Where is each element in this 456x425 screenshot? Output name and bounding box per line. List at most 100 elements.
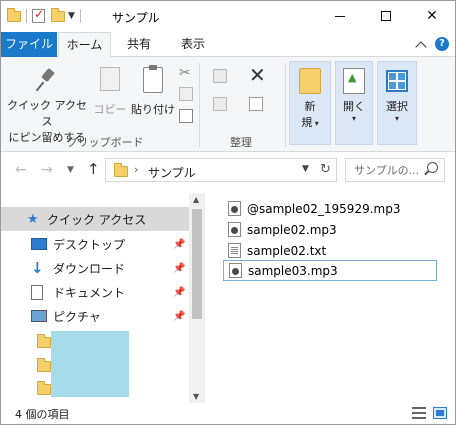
folder-icon[interactable]: [7, 7, 21, 22]
search-icon[interactable]: [427, 162, 438, 173]
new-label-line2: 規 ▾: [290, 114, 330, 130]
tab-share[interactable]: 共有: [113, 32, 165, 57]
sidebar-item-label: ピクチャ: [53, 309, 101, 324]
address-bar[interactable]: › サンプル ▼ ↻: [105, 158, 337, 182]
search-input[interactable]: [346, 159, 424, 181]
copy-to-icon[interactable]: [213, 97, 227, 111]
list-item[interactable]: @sample02_195929.mp3: [223, 198, 437, 219]
sidebar-item-quick-access[interactable]: ★ クイック アクセス: [1, 207, 189, 231]
cut-icon[interactable]: ✂: [179, 65, 193, 81]
maximize-icon: [381, 11, 391, 21]
toolbar-separator: [79, 9, 81, 23]
list-item[interactable]: sample03.mp3: [223, 260, 437, 281]
file-name: sample02.mp3: [247, 222, 337, 237]
tab-view[interactable]: 表示: [167, 32, 219, 57]
audio-file-icon: [228, 222, 241, 237]
organize-group-label: 整理: [230, 136, 252, 149]
new-label-line1: 新: [304, 100, 316, 113]
audio-file-icon: [229, 263, 242, 278]
address-dropdown-icon[interactable]: ▼: [302, 164, 309, 174]
group-separator: [199, 63, 200, 147]
pin-label-line1: クイック アクセス: [7, 99, 87, 128]
select-button-content: 選択 ▾: [378, 68, 416, 123]
paste-button[interactable]: 貼り付け: [131, 65, 175, 117]
download-icon: ↓: [31, 259, 44, 277]
documents-icon: [31, 284, 43, 300]
minimize-button[interactable]: [317, 1, 363, 31]
open-button[interactable]: 開く ▾: [335, 61, 373, 145]
open-button-content: 開く ▾: [336, 68, 372, 123]
breadcrumb[interactable]: サンプル: [148, 164, 196, 181]
move-to-icon[interactable]: [213, 69, 227, 83]
file-list: @sample02_195929.mp3 sample02.mp3 sample…: [206, 193, 455, 403]
item-count: 4 個の項目: [15, 408, 70, 421]
open-label: 開く: [343, 100, 365, 113]
desktop-icon: [31, 238, 47, 250]
pictures-icon: [31, 310, 47, 322]
pinned-icon: 📌: [173, 310, 186, 322]
help-icon[interactable]: ?: [435, 37, 449, 51]
copy-path-icon[interactable]: [179, 87, 193, 101]
ribbon-tabs: ファイル ホーム 共有 表示 ?: [1, 32, 455, 58]
paste-label: 貼り付け: [131, 103, 175, 116]
properties-icon[interactable]: [32, 7, 45, 23]
folder-icon[interactable]: [37, 358, 51, 372]
sidebar-item-documents[interactable]: ドキュメント 📌: [1, 280, 189, 304]
tab-file[interactable]: ファイル: [1, 32, 57, 57]
delete-icon[interactable]: ✕: [249, 63, 266, 87]
open-dropdown-arrow-icon: ▾: [351, 114, 356, 123]
redacted-folder-names: [51, 331, 129, 397]
large-icons-view-icon[interactable]: [433, 407, 447, 419]
new-label-line2-text: 規: [301, 116, 313, 129]
audio-file-icon: [228, 201, 241, 216]
scroll-down-icon[interactable]: ▼: [193, 392, 199, 401]
copy-icon: [100, 67, 120, 91]
folder-icon[interactable]: [37, 334, 51, 348]
select-dropdown-arrow-icon: ▾: [394, 114, 399, 123]
details-view-icon[interactable]: [412, 407, 426, 419]
select-button[interactable]: 選択 ▾: [377, 61, 417, 145]
explorer-window: ▼ サンプル ✕ ファイル ホーム 共有 表示 ? クイック アクセス にピン留…: [0, 0, 456, 425]
customize-toolbar-chevron-icon[interactable]: ▼: [68, 11, 75, 21]
rename-icon[interactable]: [249, 97, 263, 111]
forward-arrow-icon[interactable]: →: [41, 162, 53, 178]
folder-icon[interactable]: [37, 381, 51, 395]
sidebar-item-downloads[interactable]: ↓ ダウンロード 📌: [1, 256, 189, 280]
sidebar-item-label: ドキュメント: [53, 285, 126, 300]
window-title: サンプル: [112, 11, 160, 25]
text-file-icon: [228, 243, 241, 258]
list-item[interactable]: sample02.mp3: [223, 219, 437, 240]
sidebar-item-pictures[interactable]: ピクチャ 📌: [1, 304, 189, 328]
recent-locations-chevron-icon[interactable]: ▼: [67, 165, 74, 175]
refresh-icon[interactable]: ↻: [320, 162, 331, 177]
sidebar-item-desktop[interactable]: デスクトップ 📌: [1, 232, 189, 256]
open-icon: [343, 68, 365, 94]
select-label: 選択: [386, 100, 408, 113]
scrollbar-thumb[interactable]: [192, 209, 202, 319]
list-item[interactable]: sample02.txt: [223, 240, 437, 261]
search-box[interactable]: [345, 158, 445, 182]
close-button[interactable]: ✕: [409, 1, 455, 31]
scroll-up-icon[interactable]: ▲: [193, 195, 199, 204]
back-arrow-icon[interactable]: ←: [15, 162, 27, 178]
minimize-icon: [335, 15, 345, 17]
ribbon-home: クイック アクセス にピン留めする コピー 貼り付け ✂ クリップボード ✕ 整…: [1, 57, 455, 152]
collapse-ribbon-chevron-icon[interactable]: [415, 40, 427, 53]
new-folder-icon[interactable]: [51, 7, 65, 22]
navigation-bar: ← → ▼ ↑ › サンプル ▼ ↻: [1, 152, 455, 188]
nav-pane-scrollbar[interactable]: ▲ ▼: [189, 193, 205, 403]
title-bar: ▼ サンプル ✕: [1, 1, 455, 31]
up-arrow-icon[interactable]: ↑: [87, 160, 100, 178]
file-name: sample02.txt: [247, 243, 327, 258]
new-button[interactable]: 新 規 ▾: [289, 61, 331, 145]
maximize-button[interactable]: [363, 1, 409, 31]
new-dropdown-arrow-icon: ▾: [312, 119, 319, 128]
pinned-icon: 📌: [173, 262, 186, 274]
copy-button[interactable]: コピー: [93, 67, 127, 117]
sidebar-item-label: ダウンロード: [53, 261, 126, 276]
tab-home[interactable]: ホーム: [58, 32, 111, 58]
paste-shortcut-icon[interactable]: [179, 109, 193, 123]
pin-icon: [34, 67, 60, 93]
breadcrumb-chevron-icon[interactable]: ›: [134, 163, 138, 176]
star-icon: ★: [27, 211, 39, 227]
